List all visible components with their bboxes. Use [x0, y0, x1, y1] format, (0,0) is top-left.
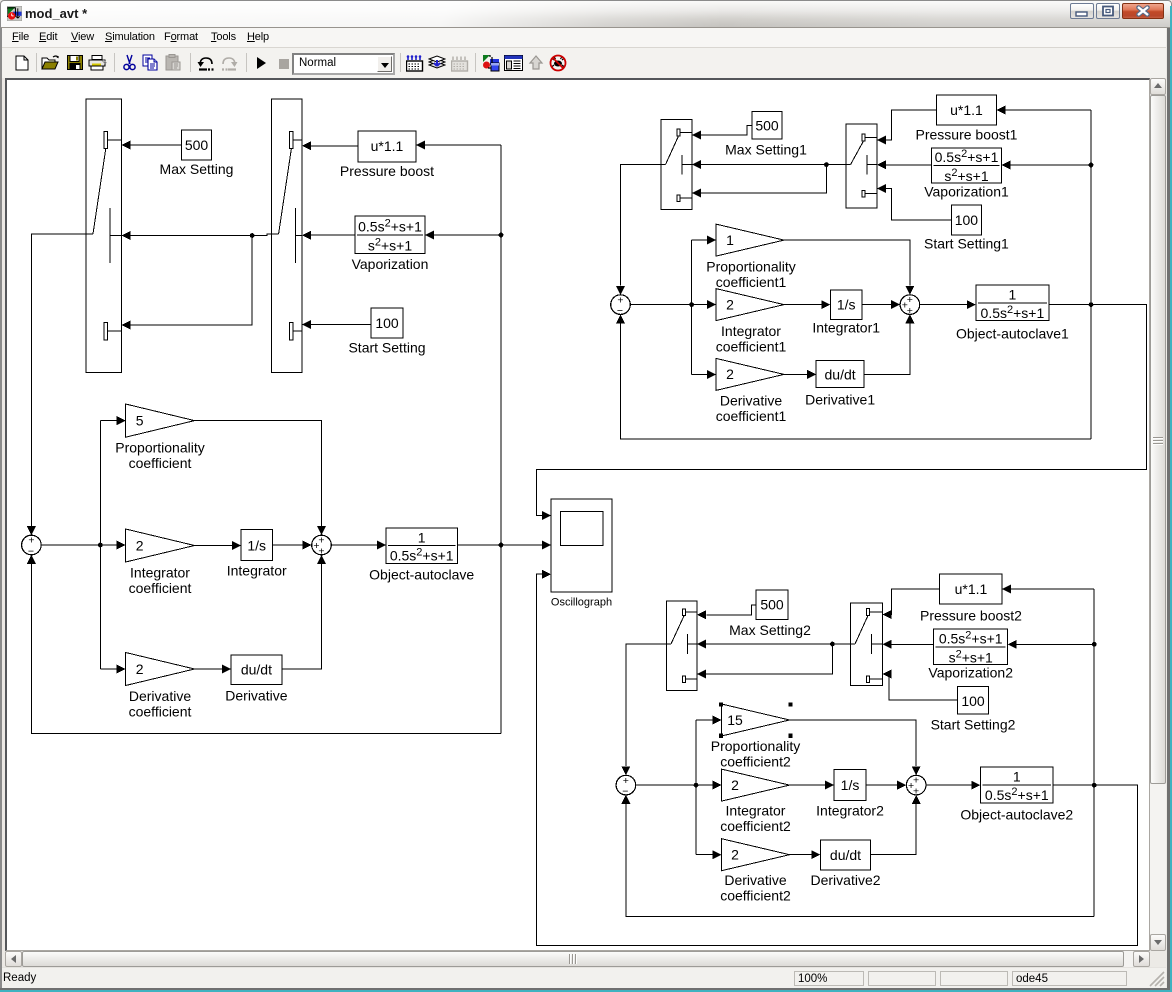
svg-text:0.5s2+s+1: 0.5s2+s+1: [358, 218, 422, 235]
svg-text:u*1.1: u*1.1: [950, 102, 983, 118]
svg-text:Pressure boost2: Pressure boost2: [920, 607, 1022, 623]
svg-text:coefficient2: coefficient2: [720, 888, 791, 904]
svg-text:s2+s+1: s2+s+1: [949, 649, 993, 666]
svg-text:0.5s2+s+1: 0.5s2+s+1: [981, 304, 1045, 321]
svg-text:1/s: 1/s: [247, 537, 266, 553]
svg-text:2: 2: [726, 296, 734, 312]
svg-text:Proportionality: Proportionality: [711, 738, 801, 754]
svg-text:100: 100: [961, 693, 985, 709]
svg-text:Derivative: Derivative: [225, 687, 287, 703]
svg-text:coefficient: coefficient: [129, 580, 192, 596]
svg-text:2: 2: [136, 537, 144, 553]
svg-text:500: 500: [760, 597, 784, 613]
svg-text:0.5s2+s+1: 0.5s2+s+1: [939, 630, 1003, 647]
svg-text:Start Setting: Start Setting: [348, 339, 425, 355]
svg-text:1: 1: [1013, 769, 1021, 785]
svg-text:2: 2: [726, 366, 734, 382]
svg-text:du/dt: du/dt: [241, 662, 272, 678]
svg-text:s2+s+1: s2+s+1: [944, 167, 988, 184]
svg-text:s2+s+1: s2+s+1: [368, 237, 412, 254]
svg-text:Pressure boost1: Pressure boost1: [916, 126, 1018, 142]
svg-text:2: 2: [731, 777, 739, 793]
svg-text:coefficient2: coefficient2: [720, 818, 791, 834]
svg-text:15: 15: [727, 712, 743, 728]
svg-text:Derivative2: Derivative2: [810, 872, 880, 888]
svg-text:u*1.1: u*1.1: [955, 581, 988, 597]
svg-text:Pressure boost: Pressure boost: [340, 163, 434, 179]
svg-text:Object-autoclave2: Object-autoclave2: [960, 806, 1073, 822]
svg-text:100: 100: [955, 212, 979, 228]
svg-text:5: 5: [136, 412, 144, 428]
svg-text:−: −: [622, 786, 628, 798]
svg-text:Vaporization: Vaporization: [352, 256, 429, 272]
svg-text:Proportionality: Proportionality: [115, 439, 205, 455]
svg-text:Vaporization1: Vaporization1: [924, 183, 1009, 199]
svg-text:Start Setting2: Start Setting2: [931, 717, 1016, 733]
svg-text:1/s: 1/s: [837, 296, 856, 312]
svg-text:du/dt: du/dt: [830, 847, 861, 863]
svg-text:Derivative: Derivative: [129, 688, 191, 704]
svg-text:du/dt: du/dt: [825, 367, 856, 383]
svg-text:coefficient2: coefficient2: [720, 753, 791, 769]
svg-text:Start Setting1: Start Setting1: [924, 235, 1009, 251]
svg-text:Integrator: Integrator: [726, 802, 786, 818]
svg-text:500: 500: [755, 117, 779, 133]
svg-text:2: 2: [731, 847, 739, 863]
svg-text:500: 500: [185, 137, 209, 153]
svg-text:100: 100: [375, 315, 399, 331]
svg-text:coefficient: coefficient: [129, 455, 192, 471]
svg-text:Max Setting: Max Setting: [160, 161, 234, 177]
svg-text:Derivative1: Derivative1: [805, 391, 875, 407]
svg-text:u*1.1: u*1.1: [371, 138, 404, 154]
svg-text:coefficient1: coefficient1: [716, 338, 787, 354]
svg-text:1: 1: [1009, 286, 1017, 302]
svg-text:Vaporization2: Vaporization2: [928, 665, 1013, 681]
svg-text:Max Setting1: Max Setting1: [725, 141, 807, 157]
svg-text:coefficient1: coefficient1: [716, 274, 787, 290]
svg-text:1/s: 1/s: [841, 777, 860, 793]
svg-text:Integrator: Integrator: [227, 562, 287, 578]
svg-text:Max Setting2: Max Setting2: [729, 622, 811, 638]
svg-text:Oscillograph: Oscillograph: [551, 596, 612, 608]
svg-text:Integrator: Integrator: [721, 323, 781, 339]
svg-text:Derivative: Derivative: [720, 392, 782, 408]
svg-text:coefficient1: coefficient1: [716, 408, 787, 424]
svg-text:Proportionality: Proportionality: [706, 258, 796, 274]
svg-text:Object-autoclave1: Object-autoclave1: [956, 325, 1069, 341]
svg-text:0.5s2+s+1: 0.5s2+s+1: [935, 148, 999, 165]
svg-text:coefficient: coefficient: [129, 703, 192, 719]
svg-text:Integrator1: Integrator1: [812, 319, 880, 335]
svg-text:Integrator2: Integrator2: [816, 802, 884, 818]
svg-text:1: 1: [726, 232, 734, 248]
svg-text:1: 1: [418, 529, 426, 545]
svg-text:0.5s2+s+1: 0.5s2+s+1: [985, 786, 1049, 803]
svg-text:−: −: [617, 305, 623, 317]
svg-text:0.5s2+s+1: 0.5s2+s+1: [390, 547, 454, 564]
svg-text:−: −: [28, 546, 34, 558]
svg-text:Derivative: Derivative: [724, 872, 786, 888]
svg-text:2: 2: [136, 661, 144, 677]
svg-text:Integrator: Integrator: [130, 564, 190, 580]
svg-text:Object-autoclave: Object-autoclave: [369, 566, 474, 582]
